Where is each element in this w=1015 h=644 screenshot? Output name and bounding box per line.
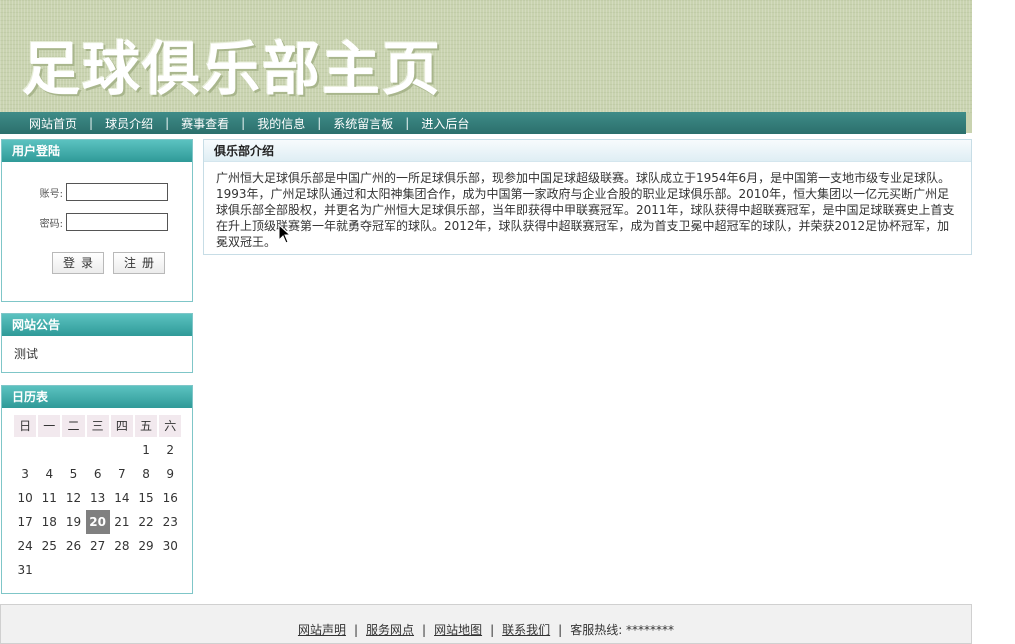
calendar-day-today[interactable]: 20: [85, 510, 110, 534]
password-input[interactable]: [66, 213, 168, 231]
login-button[interactable]: 登录: [52, 252, 104, 274]
footer-separator: |: [490, 623, 495, 637]
nav-my-info[interactable]: 我的信息: [245, 115, 317, 132]
footer: 网站声明 | 服务网点 | 网站地图 | 联系我们 | 客服热线: ********: [0, 604, 972, 644]
calendar-day[interactable]: 11: [37, 486, 61, 510]
calendar-empty-cell: [86, 438, 110, 462]
calendar-weekday: 二: [62, 415, 85, 437]
nav-admin[interactable]: 进入后台: [409, 115, 481, 132]
nav-guestbook[interactable]: 系统留言板: [321, 115, 405, 132]
calendar-weekday: 三: [86, 415, 109, 437]
main-nav: 网站首页 | 球员介绍 | 赛事查看 | 我的信息 | 系统留言板 | 进入后台: [0, 112, 966, 134]
password-label: 密码:: [39, 218, 63, 230]
calendar-day[interactable]: 2: [158, 438, 182, 462]
footer-separator: |: [353, 623, 358, 637]
calendar-empty-cell: [13, 438, 37, 462]
calendar-day[interactable]: 3: [13, 462, 37, 486]
calendar-day[interactable]: 27: [86, 534, 110, 558]
header-banner: 足球俱乐部主页: [0, 0, 972, 113]
calendar-day[interactable]: 25: [37, 534, 61, 558]
calendar-day[interactable]: 30: [158, 534, 182, 558]
calendar-day[interactable]: 5: [61, 462, 85, 486]
calendar-empty-cell: [61, 438, 85, 462]
calendar-weekday: 日: [14, 415, 37, 437]
calendar-day[interactable]: 19: [61, 510, 85, 534]
calendar-day[interactable]: 17: [13, 510, 37, 534]
calendar-empty-cell: [110, 438, 134, 462]
calendar-day[interactable]: 18: [37, 510, 61, 534]
footer-link-sitemap[interactable]: 网站地图: [434, 623, 482, 637]
calendar-day[interactable]: 14: [110, 486, 134, 510]
nav-players[interactable]: 球员介绍: [93, 115, 165, 132]
calendar-day[interactable]: 10: [13, 486, 37, 510]
club-intro-panel: 俱乐部介绍 广州恒大足球俱乐部是中国广州的一所足球俱乐部，现参加中国足球超级联赛…: [203, 139, 972, 255]
register-button[interactable]: 注册: [113, 252, 165, 274]
calendar-day[interactable]: 24: [13, 534, 37, 558]
calendar-day[interactable]: 16: [158, 486, 182, 510]
calendar-panel-title: 日历表: [2, 386, 192, 408]
calendar-day[interactable]: 8: [134, 462, 158, 486]
club-intro-text: 广州恒大足球俱乐部是中国广州的一所足球俱乐部，现参加中国足球超级联赛。球队成立于…: [216, 171, 955, 249]
calendar-day[interactable]: 26: [61, 534, 85, 558]
calendar-day[interactable]: 6: [86, 462, 110, 486]
calendar-day[interactable]: 21: [110, 510, 134, 534]
calendar-day[interactable]: 4: [37, 462, 61, 486]
calendar-day[interactable]: 1: [134, 438, 158, 462]
footer-link-statement[interactable]: 网站声明: [298, 623, 346, 637]
username-row: 账号:: [32, 183, 168, 201]
calendar-weekday: 六: [159, 415, 182, 437]
notice-panel: 网站公告 测试: [1, 313, 193, 373]
notice-panel-title: 网站公告: [2, 314, 192, 336]
login-panel: 用户登陆 账号: 密码: 登录 注册: [1, 139, 193, 302]
password-row: 密码:: [32, 213, 168, 231]
calendar-day[interactable]: 31: [13, 558, 37, 582]
notice-text: 测试: [14, 347, 39, 361]
footer-hotline: 客服热线: ********: [570, 623, 675, 637]
username-label: 账号:: [39, 188, 63, 200]
username-input[interactable]: [66, 183, 168, 201]
calendar-weekday: 一: [38, 415, 61, 437]
calendar-day[interactable]: 13: [86, 486, 110, 510]
calendar-day[interactable]: 12: [61, 486, 85, 510]
calendar-day[interactable]: 7: [110, 462, 134, 486]
footer-link-contact[interactable]: 联系我们: [502, 623, 550, 637]
calendar-day[interactable]: 28: [110, 534, 134, 558]
calendar-weekday: 四: [110, 415, 133, 437]
calendar-day[interactable]: 22: [134, 510, 158, 534]
calendar-grid: 日一二三四五六 1 2 3 4 5 6 7 8 9 10 11 12 13 14 15 16 17 18 19 20 21…: [13, 414, 182, 582]
nav-matches[interactable]: 赛事查看: [169, 115, 241, 132]
calendar-day[interactable]: 9: [158, 462, 182, 486]
club-intro-title: 俱乐部介绍: [204, 140, 971, 162]
login-panel-title: 用户登陆: [2, 140, 192, 162]
site-title: 足球俱乐部主页: [22, 35, 443, 103]
calendar-day[interactable]: 29: [134, 534, 158, 558]
calendar-day[interactable]: 15: [134, 486, 158, 510]
footer-separator: |: [558, 623, 563, 637]
calendar-day[interactable]: 23: [158, 510, 182, 534]
footer-separator: |: [422, 623, 427, 637]
calendar-weekday: 五: [134, 415, 158, 437]
nav-home[interactable]: 网站首页: [17, 115, 89, 132]
footer-link-service[interactable]: 服务网点: [366, 623, 414, 637]
calendar-panel: 日历表 日一二三四五六 1 2 3 4 5 6 7 8 9 10 11 12 13 14 15 16 17 18 19…: [1, 385, 193, 594]
calendar-empty-cell: [37, 438, 61, 462]
mouse-pointer-icon: [278, 224, 292, 244]
